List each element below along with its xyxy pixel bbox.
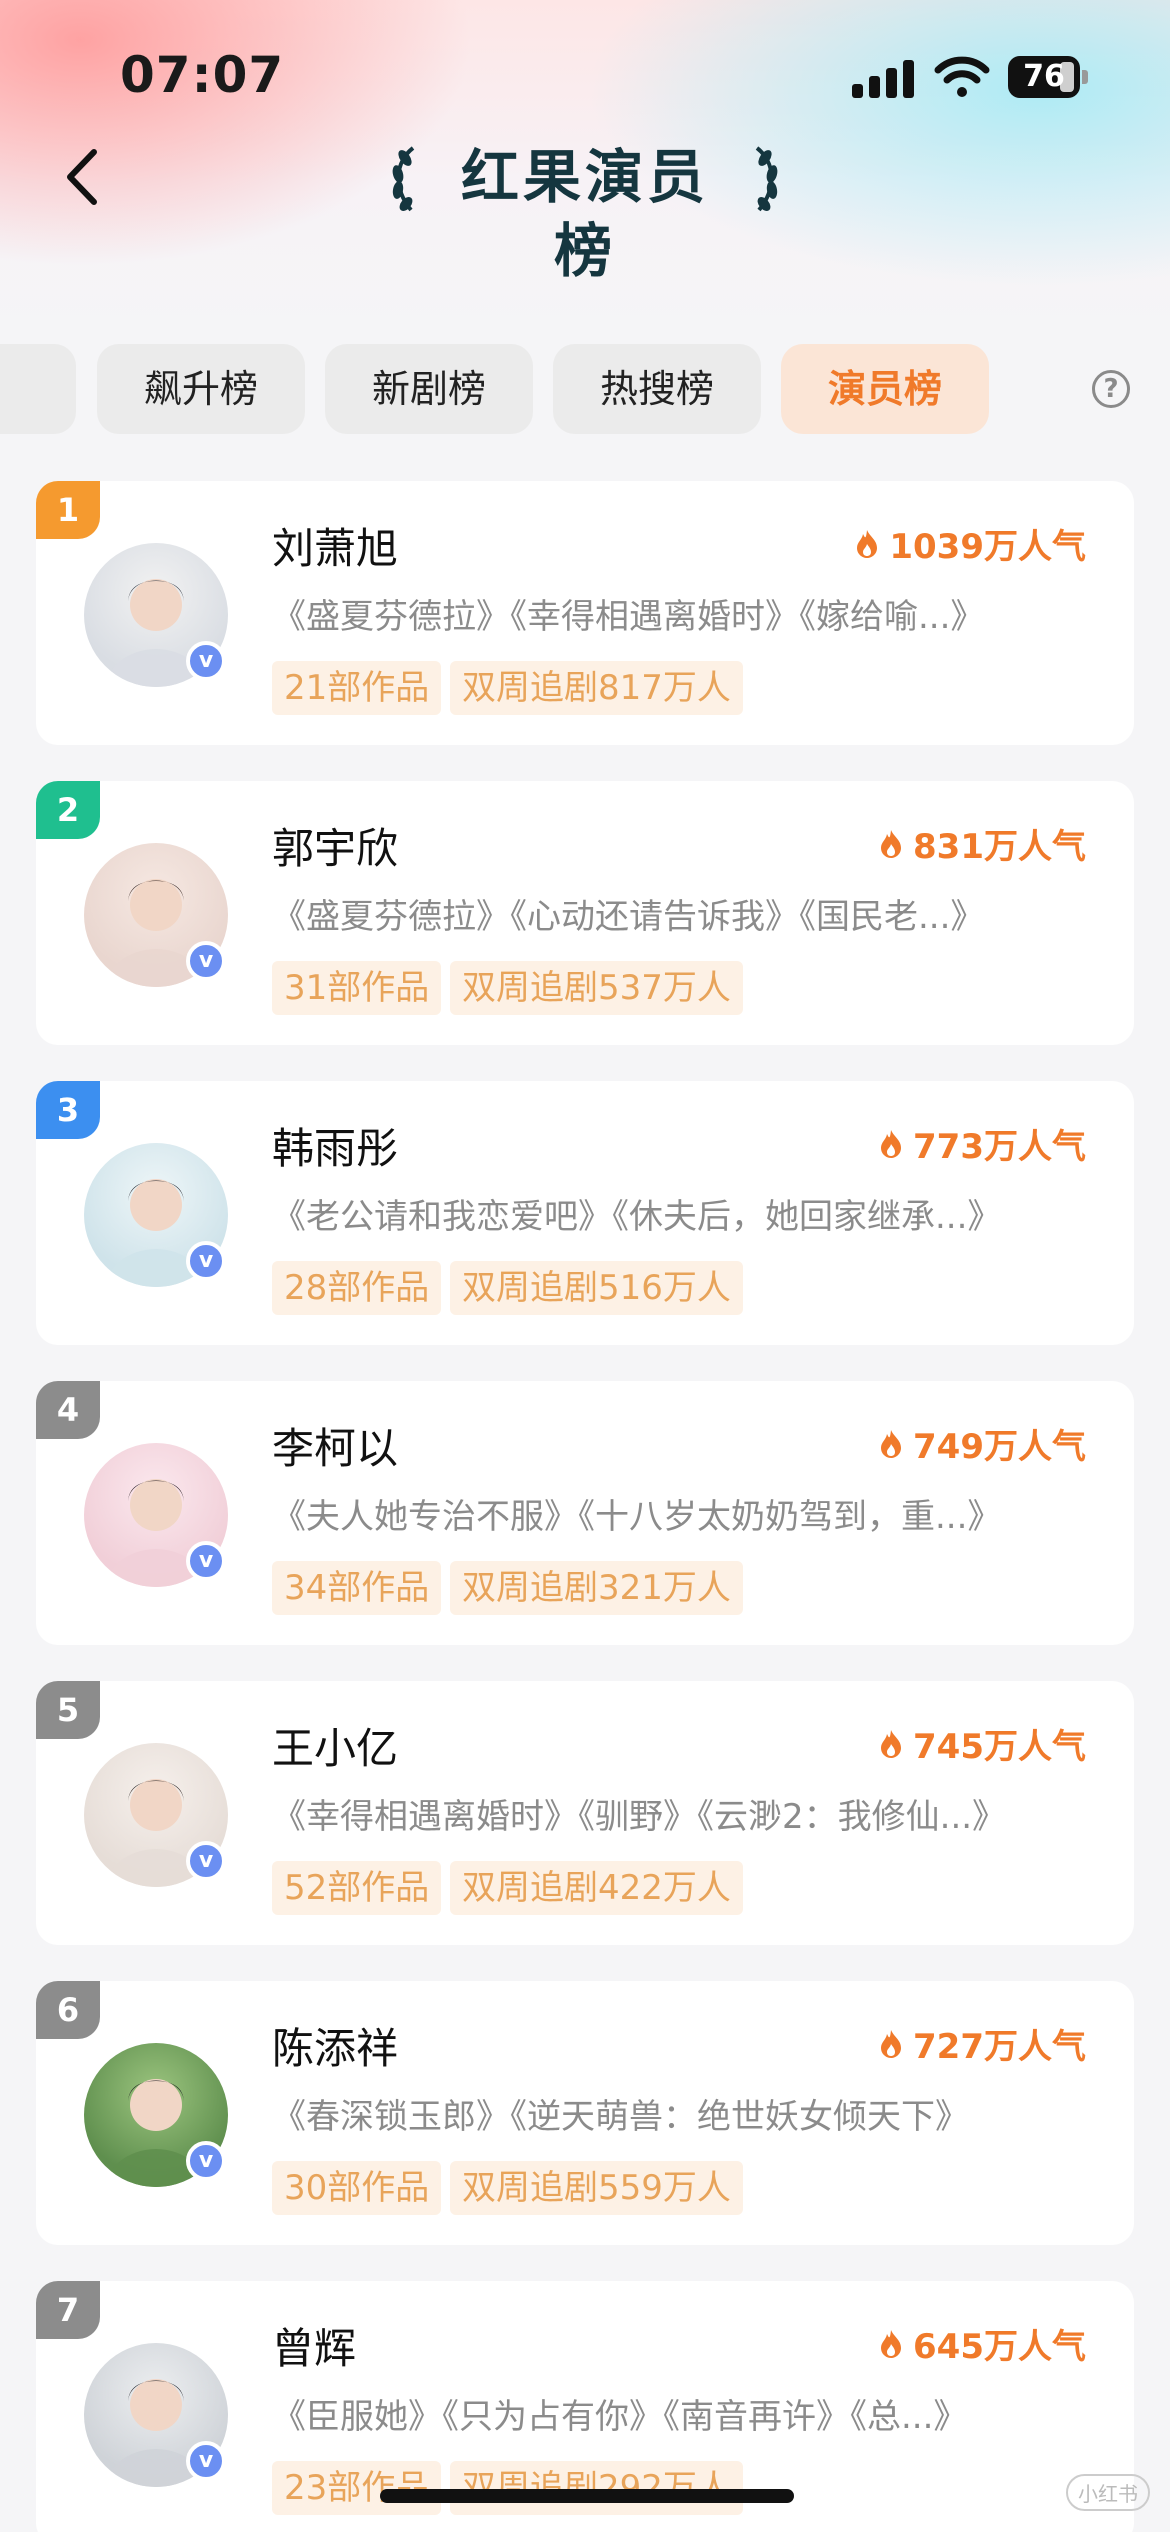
chevron-left-icon (67, 149, 97, 205)
follow-count-tag: 双周追剧537万人 (450, 961, 743, 1015)
flame-icon (881, 2329, 902, 2358)
rank-badge: 7 (36, 2281, 100, 2339)
flame-icon (881, 1129, 902, 1158)
popularity: 1039万人气 (855, 519, 1086, 568)
works-count-tag: 52部作品 (272, 1861, 442, 1915)
ranking-tabs: 飙升榜 新剧榜 热搜榜 演员榜 (0, 344, 1170, 434)
works-count-tag: 23部作品 (272, 2461, 442, 2515)
follow-count-tag: 双周追剧422万人 (450, 1861, 743, 1915)
popularity: 645万人气 (879, 2319, 1086, 2368)
follow-count-tag: 双周追剧559万人 (450, 2161, 743, 2215)
popularity-value: 749万人气 (913, 1427, 1086, 1467)
verified-icon: v (186, 2141, 226, 2181)
follow-count-tag: 双周追剧321万人 (450, 1561, 743, 1615)
status-time: 07:07 (120, 46, 285, 104)
flame-icon (881, 1729, 902, 1758)
popularity-value: 1039万人气 (889, 527, 1086, 567)
works-list: 《盛夏芬德拉》《心动还请告诉我》《国民老...》 (272, 897, 985, 937)
popularity: 773万人气 (879, 1119, 1086, 1168)
tab-new-drama[interactable]: 新剧榜 (325, 344, 533, 434)
rank-badge: 5 (36, 1681, 100, 1739)
rank-badge: 1 (36, 481, 100, 539)
popularity-value: 773万人气 (913, 1127, 1086, 1167)
works-count-tag: 31部作品 (272, 961, 442, 1015)
flame-icon (881, 1429, 902, 1458)
works-count-tag: 30部作品 (272, 2161, 442, 2215)
tab-partial[interactable] (0, 344, 76, 434)
watermark: 小红书 (1066, 2474, 1150, 2511)
actor-name: 刘萧旭 (272, 524, 399, 573)
wifi-icon (934, 56, 990, 97)
rank-badge: 6 (36, 1981, 100, 2039)
verified-icon: v (186, 1241, 226, 1281)
battery-icon: 76 (1008, 56, 1088, 98)
flame-icon (881, 2029, 902, 2058)
verified-icon: v (186, 2441, 226, 2481)
actor-card[interactable]: 1 v 刘萧旭 1039万人气《盛夏芬德拉》《幸得相遇离婚时》《嫁给喻...》 21部作… (36, 481, 1134, 745)
rank-badge: 2 (36, 781, 100, 839)
works-list: 《老公请和我恋爱吧》《休夫后，她回家继承...》 (272, 1197, 1002, 1237)
popularity: 749万人气 (879, 1419, 1086, 1468)
tab-actors[interactable]: 演员榜 (781, 344, 989, 434)
verified-icon: v (186, 941, 226, 981)
verified-icon: v (186, 1541, 226, 1581)
follow-count-tag: 双周追剧292万人 (450, 2461, 743, 2515)
home-indicator (380, 2489, 794, 2503)
actor-name: 李柯以 (272, 1424, 399, 1473)
works-count-tag: 34部作品 (272, 1561, 442, 1615)
works-list: 《盛夏芬德拉》《幸得相遇离婚时》《嫁给喻...》 (272, 597, 985, 637)
back-button[interactable] (58, 140, 108, 214)
flame-icon (881, 829, 902, 858)
rank-badge: 4 (36, 1381, 100, 1439)
actor-card[interactable]: 5 v 王小亿 745万人气《幸得相遇离婚时》《驯野》《云渺2：我修仙...》 52部作… (36, 1681, 1134, 1945)
signal-icon (852, 58, 914, 98)
verified-icon: v (186, 1841, 226, 1881)
actor-card[interactable]: 2 v 郭宇欣 831万人气《盛夏芬德拉》《心动还请告诉我》《国民老...》 31部作品… (36, 781, 1134, 1045)
help-icon[interactable]: ? (1092, 370, 1130, 408)
works-list: 《臣服她》《只为占有你》《南音再许》《总...》 (272, 2397, 968, 2437)
popularity-value: 831万人气 (913, 827, 1086, 867)
battery-level: 76 (1023, 59, 1065, 94)
tab-rising[interactable]: 飙升榜 (97, 344, 305, 434)
laurel-left-icon (392, 146, 415, 212)
follow-count-tag: 双周追剧817万人 (450, 661, 743, 715)
actor-card[interactable]: 6 v 陈添祥 727万人气《春深锁玉郎》《逆天萌兽：绝世妖女倾天下》 30部作品 双周追… (36, 1981, 1134, 2245)
actor-card[interactable]: 3 v 韩雨彤 773万人气《老公请和我恋爱吧》《休夫后，她回家继承...》 28部作品… (36, 1081, 1134, 1345)
works-count-tag: 28部作品 (272, 1261, 442, 1315)
flame-icon (857, 529, 878, 558)
verified-icon: v (186, 641, 226, 681)
actor-name: 曾辉 (272, 2324, 357, 2373)
actor-name: 陈添祥 (272, 2024, 399, 2073)
popularity-value: 645万人气 (913, 2327, 1086, 2367)
works-list: 《春深锁玉郎》《逆天萌兽：绝世妖女倾天下》 (272, 2097, 969, 2137)
works-list: 《幸得相遇离婚时》《驯野》《云渺2：我修仙...》 (272, 1797, 1007, 1837)
laurel-right-icon (755, 146, 778, 212)
status-bar: 07:07 76 (0, 0, 1170, 150)
works-count-tag: 21部作品 (272, 661, 442, 715)
popularity-value: 745万人气 (913, 1727, 1086, 1767)
page-title: 红果演员榜 (460, 143, 709, 285)
actor-card[interactable]: 4 v 李柯以 749万人气《夫人她专治不服》《十八岁太奶奶驾到，重...》 34部作品… (36, 1381, 1134, 1645)
works-list: 《夫人她专治不服》《十八岁太奶奶驾到，重...》 (272, 1497, 1002, 1537)
popularity: 727万人气 (879, 2019, 1086, 2068)
actor-name: 王小亿 (272, 1724, 399, 1773)
rank-badge: 3 (36, 1081, 100, 1139)
popularity: 745万人气 (879, 1719, 1086, 1768)
popularity-value: 727万人气 (913, 2027, 1086, 2067)
actor-name: 郭宇欣 (272, 824, 399, 873)
title-block: 红果演员榜 (385, 138, 785, 285)
follow-count-tag: 双周追剧516万人 (450, 1261, 743, 1315)
tab-hot-search[interactable]: 热搜榜 (553, 344, 761, 434)
popularity: 831万人气 (879, 819, 1086, 868)
actor-name: 韩雨彤 (272, 1124, 399, 1173)
